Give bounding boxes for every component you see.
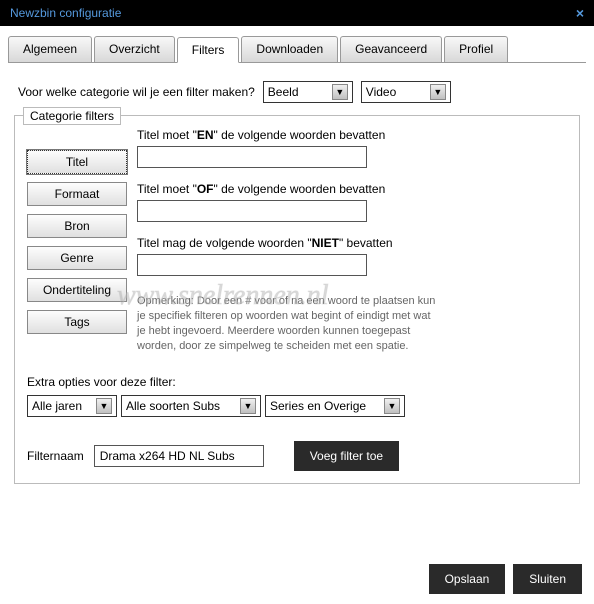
chevron-down-icon: ▼ xyxy=(384,398,400,414)
tab-profiel[interactable]: Profiel xyxy=(444,36,508,62)
chevron-down-icon: ▼ xyxy=(240,398,256,414)
chevron-down-icon: ▼ xyxy=(332,84,348,100)
side-btn-titel[interactable]: Titel xyxy=(27,150,127,174)
category-filters-fieldset: Categorie filters Titel Formaat Bron Gen… xyxy=(14,115,580,484)
side-btn-tags[interactable]: Tags xyxy=(27,310,127,334)
chevron-down-icon: ▼ xyxy=(96,398,112,414)
label-not: Titel mag de volgende woorden "NIET" bev… xyxy=(137,236,567,250)
extra-select-subs-value: Alle soorten Subs xyxy=(126,399,220,413)
extra-select-years-value: Alle jaren xyxy=(32,399,82,413)
extra-options-label: Extra opties voor deze filter: xyxy=(27,375,567,389)
extra-select-subs[interactable]: Alle soorten Subs ▼ xyxy=(121,395,261,417)
save-button[interactable]: Opslaan xyxy=(429,564,506,594)
tab-filters[interactable]: Filters xyxy=(177,37,240,63)
extra-select-years[interactable]: Alle jaren ▼ xyxy=(27,395,117,417)
side-button-column: Titel Formaat Bron Genre Ondertiteling T… xyxy=(27,150,127,353)
input-not[interactable] xyxy=(137,254,367,276)
titlebar: Newzbin configuratie × xyxy=(0,0,594,26)
category-select-1[interactable]: Beeld ▼ xyxy=(263,81,353,103)
close-icon[interactable]: × xyxy=(576,5,584,21)
chevron-down-icon: ▼ xyxy=(430,84,446,100)
extra-select-series-value: Series en Overige xyxy=(270,399,366,413)
extra-select-series[interactable]: Series en Overige ▼ xyxy=(265,395,405,417)
category-question: Voor welke categorie wil je een filter m… xyxy=(18,85,255,99)
category-select-1-value: Beeld xyxy=(268,85,299,99)
tab-overzicht[interactable]: Overzicht xyxy=(94,36,175,62)
label-and: Titel moet "EN" de volgende woorden beva… xyxy=(137,128,567,142)
label-or: Titel moet "OF" de volgende woorden beva… xyxy=(137,182,567,196)
tab-bar: Algemeen Overzicht Filters Downloaden Ge… xyxy=(8,36,586,63)
tab-downloaden[interactable]: Downloaden xyxy=(241,36,338,62)
side-btn-genre[interactable]: Genre xyxy=(27,246,127,270)
category-select-2-value: Video xyxy=(366,85,396,99)
tab-geavanceerd[interactable]: Geavanceerd xyxy=(340,36,442,62)
side-btn-bron[interactable]: Bron xyxy=(27,214,127,238)
window-title: Newzbin configuratie xyxy=(10,6,121,20)
add-filter-button[interactable]: Voeg filter toe xyxy=(294,441,399,471)
tab-algemeen[interactable]: Algemeen xyxy=(8,36,92,62)
side-btn-ondertiteling[interactable]: Ondertiteling xyxy=(27,278,127,302)
note-text: Opmerking: Door een # voor of na een woo… xyxy=(137,294,437,353)
fieldset-legend: Categorie filters xyxy=(23,107,121,125)
filtername-label: Filternaam xyxy=(27,449,84,463)
close-button[interactable]: Sluiten xyxy=(513,564,582,594)
filtername-input[interactable] xyxy=(94,445,264,467)
input-or[interactable] xyxy=(137,200,367,222)
category-select-2[interactable]: Video ▼ xyxy=(361,81,451,103)
side-btn-formaat[interactable]: Formaat xyxy=(27,182,127,206)
input-and[interactable] xyxy=(137,146,367,168)
